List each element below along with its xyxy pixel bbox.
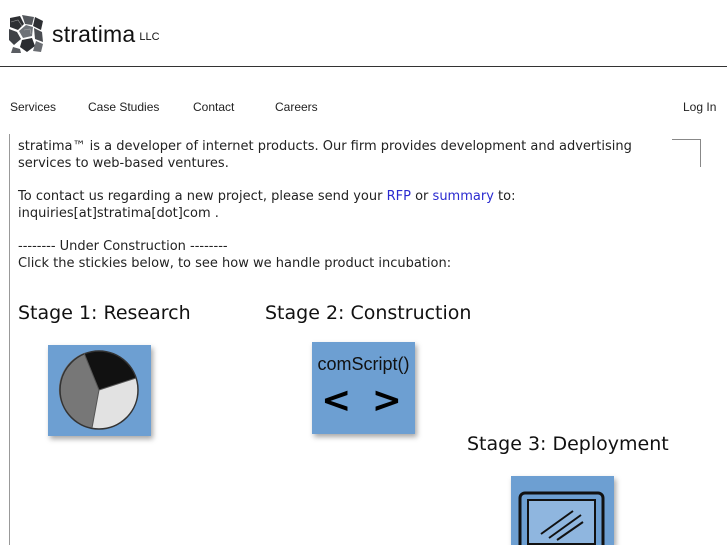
- construction-sticky[interactable]: comScript() < >: [312, 342, 415, 434]
- frame-corner-top: [672, 139, 701, 140]
- or-text: or: [410, 189, 433, 204]
- intro-paragraph: stratima™ is a developer of internet pro…: [18, 139, 632, 171]
- intro-content: stratima™ is a developer of internet pro…: [18, 138, 658, 272]
- code-brackets-icon: < >: [321, 380, 406, 421]
- page: stratima LLC Services Case Studies Conta…: [0, 0, 727, 545]
- construction-notice: -------- Under Construction --------: [18, 239, 228, 254]
- content-frame-left-border: [9, 134, 10, 545]
- incubation-instructions: Click the stickies below, to see how we …: [18, 256, 452, 271]
- brand[interactable]: stratima LLC: [8, 14, 160, 54]
- stage-1-title: Stage 1: Research: [18, 302, 191, 324]
- contact-to-text: to:: [493, 189, 516, 204]
- summary-link[interactable]: summary: [433, 189, 494, 204]
- nav-services-link[interactable]: Services: [10, 100, 56, 114]
- sticky-code-label: comScript(): [317, 354, 410, 374]
- nav-contact-link[interactable]: Contact: [193, 100, 234, 114]
- contact-email: inquiries[at]stratima[dot]com .: [18, 206, 219, 221]
- stage-2-title: Stage 2: Construction: [265, 302, 472, 324]
- stage-3-title: Stage 3: Deployment: [467, 433, 669, 455]
- research-sticky[interactable]: [48, 345, 151, 436]
- main-nav: Services Case Studies Contact Careers Lo…: [0, 100, 727, 118]
- nav-careers-link[interactable]: Careers: [275, 100, 318, 114]
- pie-chart-icon: [58, 350, 139, 430]
- brand-suffix: LLC: [139, 31, 160, 43]
- contact-paragraph: To contact us regarding a new project, p…: [18, 188, 658, 205]
- rfp-link[interactable]: RFP: [387, 189, 411, 204]
- monitor-icon: [518, 491, 605, 545]
- nav-case-studies-link[interactable]: Case Studies: [88, 100, 159, 114]
- deployment-sticky[interactable]: [511, 476, 614, 545]
- login-link[interactable]: Log In: [683, 100, 716, 114]
- frame-corner-right: [700, 139, 701, 167]
- brand-name: stratima: [52, 20, 136, 47]
- contact-text: To contact us regarding a new project, p…: [18, 189, 387, 204]
- header-divider: [0, 66, 727, 67]
- stone-cluster-icon: [8, 14, 44, 54]
